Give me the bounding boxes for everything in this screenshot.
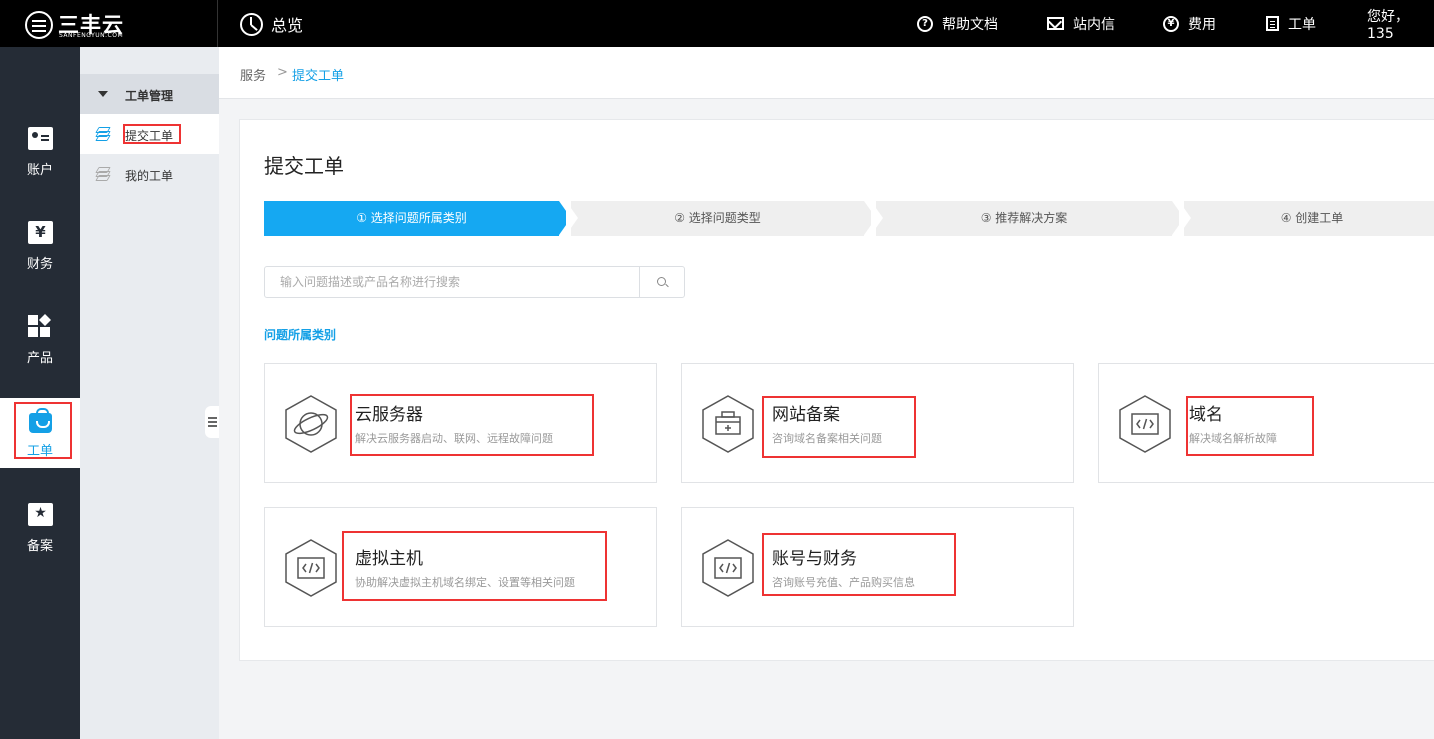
sub-nav: 工单管理 提交工单 我的工单 (80, 47, 219, 739)
annotation-highlight (762, 396, 916, 458)
product-grid-icon (28, 313, 53, 338)
annotation-highlight (1186, 396, 1314, 456)
nav-item-filing[interactable]: ★ 备案 (0, 493, 80, 563)
annotation-highlight (123, 124, 181, 144)
step-divider (566, 201, 578, 235)
annotation-highlight (762, 533, 956, 596)
annotation-highlight (350, 394, 594, 456)
logo[interactable]: 三丰云 SANFENGYUN.COM (0, 0, 218, 47)
help-docs-link[interactable]: ? 帮助文档 (917, 0, 998, 47)
step-4: ④ 创建工单 (1184, 201, 1434, 236)
yen-circle-icon: ¥ (1163, 15, 1179, 32)
subnav-item-my-tickets[interactable]: 我的工单 (80, 154, 219, 194)
search-icon[interactable] (639, 267, 684, 297)
step-3: ③ 推荐解决方案 (876, 201, 1172, 236)
messages-label: 站内信 (1073, 16, 1115, 33)
logo-subtext: SANFENGYUN.COM (59, 32, 124, 39)
top-bar: 三丰云 SANFENGYUN.COM 总览 ? 帮助文档 站内信 ¥ 费用 工单… (0, 0, 1434, 47)
tickets-label: 工单 (1288, 16, 1316, 33)
breadcrumb-current: 提交工单 (292, 69, 345, 84)
code-icon (283, 538, 339, 598)
subnav-group-label: 工单管理 (125, 89, 174, 103)
pie-chart-icon (240, 12, 263, 36)
nav-item-label: 产品 (26, 351, 53, 366)
step-divider (871, 201, 883, 235)
breadcrumb-parent[interactable]: 服务 (240, 65, 266, 84)
nav-item-product[interactable]: 产品 (0, 305, 80, 375)
mail-icon (1047, 17, 1064, 30)
billing-link[interactable]: ¥ 费用 (1163, 0, 1216, 47)
collapse-sidebar-icon[interactable] (205, 406, 219, 438)
subnav-item-label: 我的工单 (125, 169, 174, 183)
main-panel: 提交工单 ① 选择问题所属类别 ② 选择问题类型 ③ 推荐解决方案 ④ 创建工单… (239, 119, 1434, 661)
greeting-label: 您好，135 (1367, 8, 1409, 42)
user-greeting[interactable]: 您好，135 (1367, 0, 1434, 47)
subnav-group-header[interactable]: 工单管理 (80, 74, 219, 114)
billing-label: 费用 (1188, 16, 1216, 33)
nav-item-label: 账户 (26, 163, 53, 178)
section-label: 问题所属类别 (264, 328, 337, 342)
document-icon (1266, 16, 1279, 31)
search-box (264, 266, 685, 298)
step-divider (1179, 201, 1191, 235)
overview-label: 总览 (271, 16, 304, 35)
step-progress: ① 选择问题所属类别 ② 选择问题类型 ③ 推荐解决方案 ④ 创建工单 (264, 201, 1434, 236)
breadcrumb-separator: > (277, 65, 288, 80)
help-circle-icon: ? (917, 15, 933, 32)
nav-item-account[interactable]: 账户 (0, 117, 80, 187)
layers-icon (95, 167, 111, 181)
nav-item-label: 备案 (26, 539, 53, 554)
search-input[interactable] (265, 267, 639, 297)
page-title: 提交工单 (264, 154, 344, 178)
caret-down-icon (98, 91, 108, 97)
toolbox-icon (700, 394, 756, 454)
annotation-highlight (14, 402, 72, 459)
breadcrumb: 服务 > 提交工单 (219, 47, 1434, 99)
finance-yen-icon: ¥ (28, 221, 53, 244)
left-nav: 账户 ¥ 财务 产品 工单 ★ 备案 (0, 47, 80, 739)
logo-mark-icon (25, 11, 53, 39)
tickets-link[interactable]: 工单 (1266, 0, 1316, 47)
help-docs-label: 帮助文档 (942, 16, 998, 33)
step-2: ② 选择问题类型 (571, 201, 864, 236)
overview-link[interactable]: 总览 (240, 12, 303, 36)
step-1: ① 选择问题所属类别 (264, 201, 559, 236)
code-icon (700, 538, 756, 598)
annotation-highlight (342, 531, 607, 601)
filing-star-icon: ★ (28, 503, 53, 526)
nav-item-label: 财务 (26, 257, 53, 272)
messages-link[interactable]: 站内信 (1047, 0, 1115, 47)
account-card-icon (28, 127, 53, 150)
code-icon (1117, 394, 1173, 454)
planet-icon (283, 394, 339, 454)
layers-icon (95, 127, 111, 141)
nav-item-finance[interactable]: ¥ 财务 (0, 211, 80, 281)
